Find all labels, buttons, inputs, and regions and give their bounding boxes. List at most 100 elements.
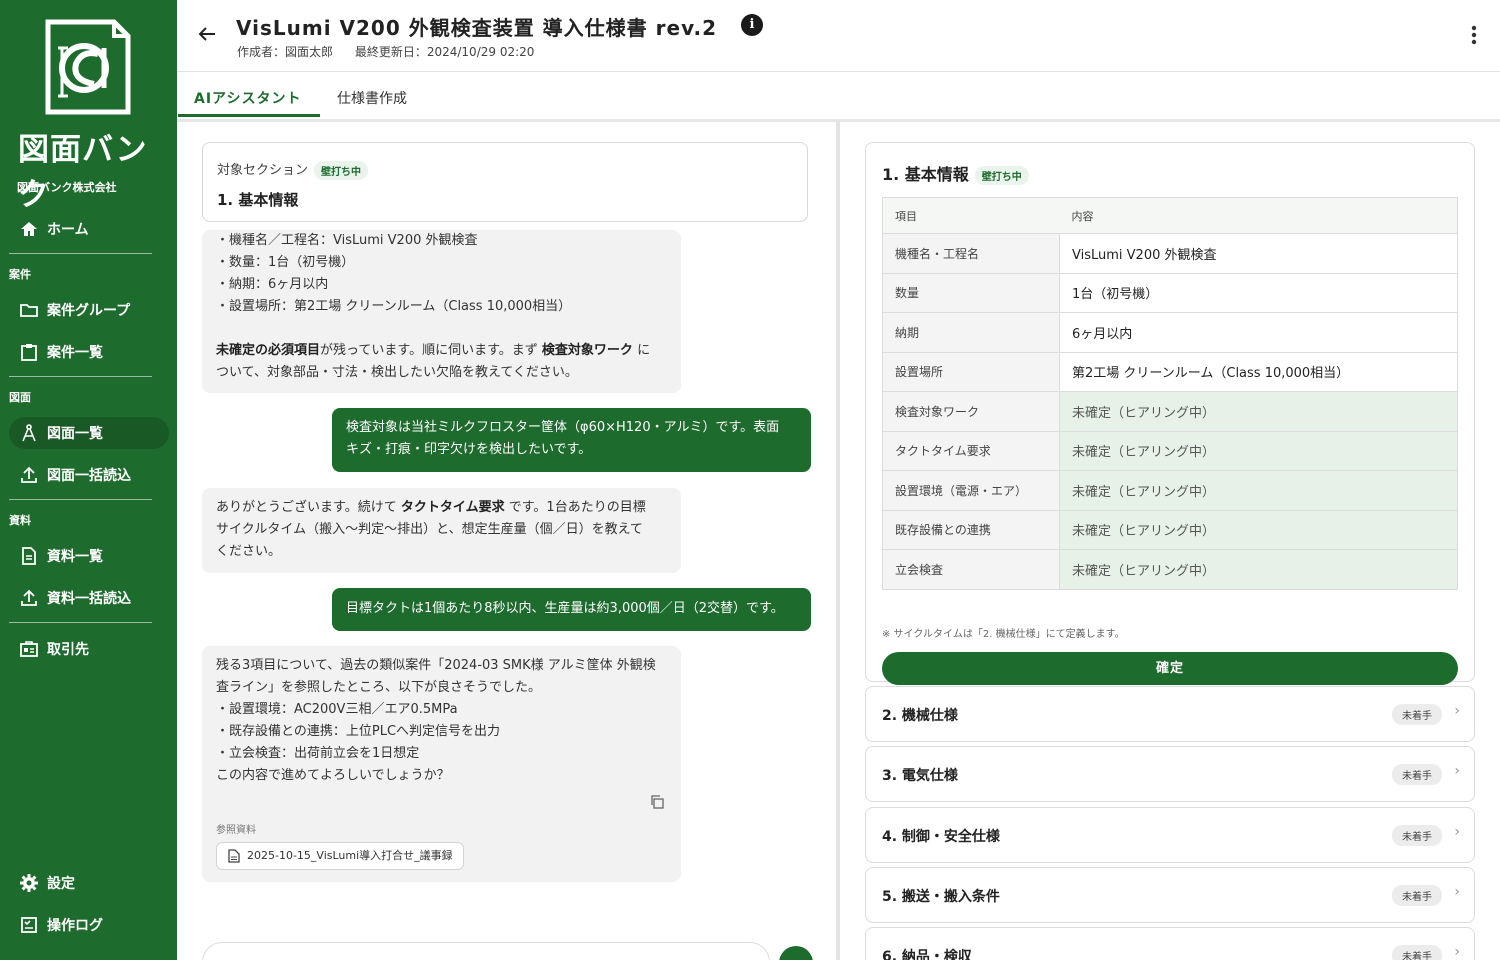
assistant-message: 残る3項目について、過去の類似案件「2024-03 SMK様 アルミ筐体 外観検… (202, 646, 681, 882)
document-icon (22, 547, 36, 565)
chevron-right-icon: › (1454, 884, 1460, 900)
row-value[interactable]: VisLumi V200 外観検査 (1059, 233, 1458, 274)
tab-bar: AIアシスタント 仕様書作成 (177, 72, 1500, 122)
tab-ai-assistant[interactable]: AIアシスタント (194, 88, 301, 108)
info-icon[interactable]: i (741, 14, 763, 36)
app-root: 図面バンク 図面バンク株式会社 ホーム 案件 案件グループ 案件一覧 図面 図面… (0, 0, 1500, 960)
compass-icon (22, 424, 36, 442)
spec-table: 項目 内容 機種名・工程名 VisLumi V200 外観検査 数量 1台（初号機）… (882, 197, 1458, 590)
nav-drawing-list[interactable]: 図面一覧 (9, 417, 169, 449)
table-row: 機種名・工程名 VisLumi V200 外観検査 (882, 233, 1458, 274)
assistant-message: ・機種名／工程名：VisLumi V200 外観検査 ・数量：1台（初号機） ・… (202, 230, 681, 393)
spec-section-name: 4. 制御・安全仕様 (882, 829, 1000, 845)
confirm-button[interactable]: 確定 (882, 652, 1458, 685)
message-line: ・立会検査：出荷前立会を1日想定 (216, 746, 420, 761)
tab-spec-creation[interactable]: 仕様書作成 (337, 88, 407, 108)
nav-drawing-bulk-import[interactable]: 図面一括読込 (9, 459, 169, 491)
file-icon (228, 849, 240, 863)
status-badge: 未着手 (1392, 885, 1442, 906)
spec-section-row[interactable]: 3. 電気仕様 未着手 › (865, 746, 1475, 802)
reference-file-chip[interactable]: 2025-10-15_VisLumi導入打合せ_議事録 (216, 842, 464, 870)
nav-clients[interactable]: 取引先 (9, 633, 169, 665)
back-arrow-icon[interactable] (195, 22, 219, 46)
user-message: 検査対象は当社ミルクフロスター筐体（φ60×H120・アルミ）です。表面 キズ・… (332, 408, 811, 472)
row-value[interactable]: 未確定（ヒアリング中） (1059, 549, 1458, 590)
status-badge: 未着手 (1392, 704, 1442, 725)
row-key: 既存設備との連携 (882, 510, 1060, 550)
spec-section-row[interactable]: 6. 納品・検収 未着手 › (865, 927, 1475, 960)
sidebar: 図面バンク 図面バンク株式会社 ホーム 案件 案件グループ 案件一覧 図面 図面… (0, 0, 177, 960)
nav-operation-log-label: 操作ログ (47, 918, 103, 934)
target-section-label-row: 対象セクション 壁打ち中 (217, 159, 369, 180)
message-line: ・設置場所：第2工場 クリーンルーム（Class 10,000相当） (216, 299, 572, 314)
reference-label: 参照資料 (216, 825, 256, 836)
gear-icon (20, 874, 38, 892)
chat-input[interactable] (202, 942, 770, 960)
spec-section-name: 2. 機械仕様 (882, 708, 958, 724)
message-line: ・機種名／工程名：VisLumi V200 外観検査 (216, 233, 478, 248)
nav-divider (9, 499, 152, 500)
nav-home[interactable]: ホーム (9, 213, 169, 245)
author: 作成者：図面太郎 (237, 45, 334, 59)
spec-panel: 1. 基本情報 壁打ち中 項目 内容 機種名・工程名 VisLumi V200 外観… (840, 122, 1500, 960)
nav-settings[interactable]: 設定 (9, 867, 169, 899)
status-badge: 壁打ち中 (974, 166, 1029, 185)
table-header: 項目 内容 (882, 197, 1458, 234)
message-line: ありがとうございます。続けて タクトタイム要求 です。1台あたりの目標 (216, 500, 646, 515)
send-button[interactable] (779, 946, 813, 960)
spec-section-row[interactable]: 4. 制御・安全仕様 未着手 › (865, 807, 1475, 863)
spec-section-name: 6. 納品・検収 (882, 949, 972, 960)
row-value[interactable]: 未確定（ヒアリング中） (1059, 391, 1458, 432)
target-section-card[interactable]: 対象セクション 壁打ち中 1. 基本情報 (202, 142, 808, 222)
message-line: サイクルタイム（搬入〜判定〜排出）と、想定生産量（個／日）を教えて (216, 522, 643, 537)
user-message: 目標タクトは1個あたり8秒以内、生産量は約3,000個／日（2交替）です。 (332, 588, 811, 631)
row-value[interactable]: 未確定（ヒアリング中） (1059, 470, 1458, 511)
spec-section-row[interactable]: 2. 機械仕様 未着手 › (865, 686, 1475, 742)
message-line: この内容で進めてよろしいでしょうか？ (216, 768, 450, 783)
status-badge: 未着手 (1392, 945, 1442, 960)
nav-drawing-list-label: 図面一覧 (47, 426, 103, 442)
last-updated: 最終更新日：2024/10/29 02:20 (354, 45, 535, 59)
row-value[interactable]: 第2工場 クリーンルーム（Class 10,000相当） (1059, 352, 1458, 392)
nav-section-cases: 案件 (9, 268, 31, 281)
spec-note: ※ サイクルタイムは「2. 機械仕様」にて定義します。 (882, 629, 1125, 640)
target-section-label: 対象セクション (217, 163, 309, 178)
message-line: ・設置環境：AC200V三相／エア0.5MPa (216, 702, 458, 717)
nav-case-list-label: 案件一覧 (47, 345, 103, 361)
nav-section-drawings: 図面 (9, 391, 31, 404)
nav-operation-log[interactable]: 操作ログ (9, 909, 169, 941)
chevron-right-icon: › (1454, 824, 1460, 840)
nav-doc-bulk-import[interactable]: 資料一括読込 (9, 582, 169, 614)
status-badge: 壁打ち中 (314, 161, 369, 180)
spec-section-row[interactable]: 5. 搬送・搬入条件 未着手 › (865, 867, 1475, 923)
reference-file-name: 2025-10-15_VisLumi導入打合せ_議事録 (247, 849, 453, 862)
row-value[interactable]: 未確定（ヒアリング中） (1059, 431, 1458, 471)
page-title: VisLumi V200 外観検査装置 導入仕様書 rev.2 (236, 16, 717, 40)
row-key: 機種名・工程名 (882, 233, 1060, 274)
tab-active-indicator (178, 114, 320, 117)
target-section-name: 1. 基本情報 (217, 191, 299, 209)
nav-clients-label: 取引先 (47, 642, 89, 658)
nav-case-list[interactable]: 案件一覧 (9, 336, 169, 368)
nav-doc-list[interactable]: 資料一覧 (9, 540, 169, 572)
row-key: 検査対象ワーク (882, 391, 1060, 432)
row-key: タクトタイム要求 (882, 431, 1060, 471)
nav-case-groups[interactable]: 案件グループ (9, 294, 169, 326)
message-line: ください。 (216, 544, 282, 559)
logo-icon (45, 19, 131, 115)
page-meta: 作成者：図面太郎 最終更新日：2024/10/29 02:20 (237, 43, 552, 60)
table-row: 立会検査 未確定（ヒアリング中） (882, 549, 1458, 590)
more-vert-icon[interactable] (1470, 24, 1478, 46)
copy-icon[interactable] (649, 794, 665, 810)
row-value[interactable]: 1台（初号機） (1059, 273, 1458, 313)
nav-divider (9, 622, 152, 623)
nav-divider (9, 253, 152, 254)
spec-section-name: 3. 電気仕様 (882, 768, 958, 784)
row-value[interactable]: 未確定（ヒアリング中） (1059, 510, 1458, 550)
nav-divider (9, 376, 152, 377)
message-line: キズ・打痕・印字欠けを検出したいです。 (346, 442, 592, 457)
row-value[interactable]: 6ヶ月以内 (1059, 312, 1458, 353)
clipboard-icon (21, 344, 37, 361)
row-key: 納期 (882, 312, 1060, 353)
message-line: ついて、対象部品・寸法・検出したい欠陥を教えてください。 (216, 365, 578, 380)
